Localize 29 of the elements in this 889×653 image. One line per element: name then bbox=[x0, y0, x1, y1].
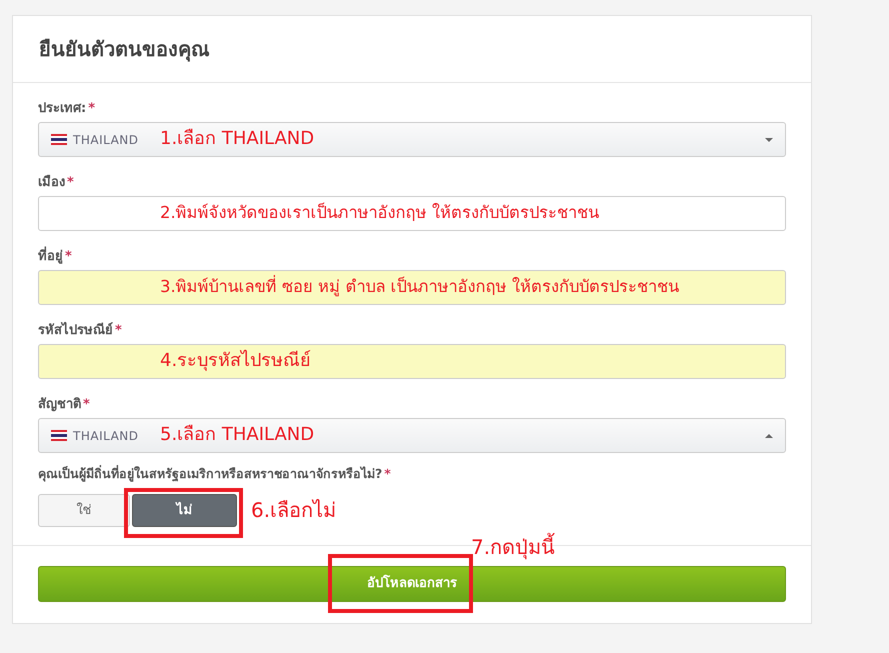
field-label: ประเทศ: bbox=[38, 101, 86, 116]
flag-icon bbox=[51, 430, 67, 441]
field-label: ที่อยู่ bbox=[38, 249, 63, 264]
option-button[interactable]: ใช่ bbox=[38, 494, 130, 527]
annotation-text: 4.ระบุรหัสไปรษณีย์ bbox=[160, 349, 312, 373]
option-button[interactable]: ไม่ bbox=[132, 494, 237, 527]
annotation-text: 3.พิมพ์บ้านเลขที่ ซอย หมู่ ตำบล เป็นภาษาอังกฤษ ให้ตรงกับบัตรประชาชน bbox=[160, 275, 679, 298]
input-field[interactable] bbox=[38, 344, 786, 379]
card-title: ยืนยันตัวตนของคุณ bbox=[39, 36, 210, 64]
annotation-text: 1.เลือก THAILAND bbox=[160, 127, 314, 151]
required-asterisk: * bbox=[384, 466, 391, 481]
annotation-text: 6.เลือกไม่ bbox=[251, 497, 336, 524]
select-value: THAILAND bbox=[73, 132, 138, 148]
annotation-text: 2.พิมพ์จังหวัดของเราเป็นภาษาอังกฤษ ให้ตรงกับบัตรประชาชน bbox=[160, 202, 599, 224]
input-field[interactable] bbox=[38, 196, 786, 231]
required-asterisk: * bbox=[65, 249, 72, 264]
annotation-text: 7.กดปุ่มนี้ bbox=[471, 532, 556, 562]
select-value: THAILAND bbox=[73, 428, 138, 444]
required-asterisk: * bbox=[67, 175, 74, 190]
field-label: เมือง bbox=[38, 175, 65, 190]
flag-icon bbox=[51, 134, 67, 145]
annotation-text: 5.เลือก THAILAND bbox=[160, 423, 314, 447]
field-label: สัญชาติ bbox=[38, 397, 81, 412]
required-asterisk: * bbox=[83, 397, 90, 412]
required-asterisk: * bbox=[115, 323, 122, 338]
field-label: คุณเป็นผู้มีถิ่นที่อยู่ในสหรัฐอเมริกาหรือสหราชอาณาจักรหรือไม่? bbox=[38, 466, 382, 481]
input-field[interactable] bbox=[38, 270, 786, 305]
field-label: รหัสไปรษณีย์ bbox=[38, 323, 113, 338]
required-asterisk: * bbox=[88, 101, 96, 116]
